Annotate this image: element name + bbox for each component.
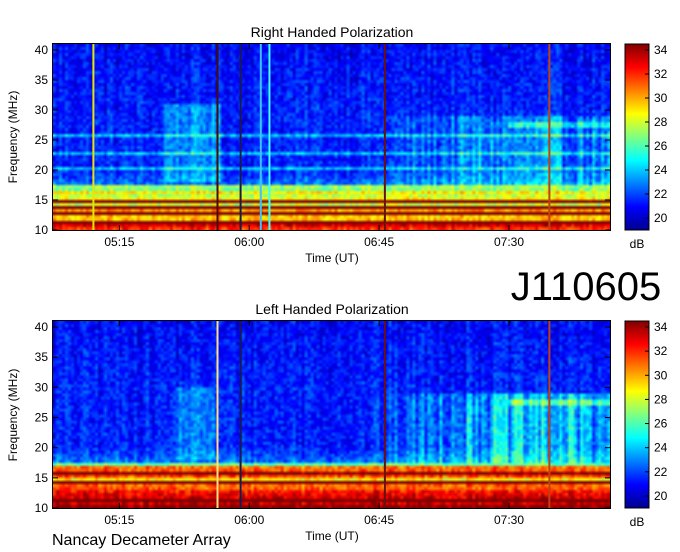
spectrogram-plot [53,321,610,508]
x-tick-label: 05:15 [104,235,134,249]
colorbar-label: dB [630,237,645,251]
colorbar-tick-label: 26 [654,139,668,153]
colorbar-tick-label: 28 [654,392,668,406]
y-tick-label: 30 [35,380,49,394]
y-axis-label: Frequency (MHz) [6,91,20,184]
y-tick-label: 15 [35,193,49,207]
y-tick-label: 15 [35,471,49,485]
colorbar-tick-label: 34 [654,320,668,334]
colorbar-tick-label: 20 [654,489,668,503]
colorbar-tick-label: 32 [654,67,668,81]
colorbar-tick-label: 26 [654,417,668,431]
colorbar-gradient [624,43,650,231]
observation-id: J110605 [511,265,662,309]
y-tick-label: 40 [35,43,49,57]
colorbar-tick-label: 24 [654,441,668,455]
footer-label: Nancay Decameter Array [52,532,231,549]
colorbar-tick-label: 24 [654,163,668,177]
y-tick-label: 25 [35,133,49,147]
colorbar-tick-label: 30 [654,368,668,382]
colorbar: 20 22 24 26 28 30 32 34 [624,43,668,231]
spectrogram-image [53,44,610,230]
left-polarization-panel: Left Handed Polarization 05:15 06:00 06:45… [6,301,668,543]
chart-title: Left Handed Polarization [255,301,408,317]
right-polarization-panel: Right Handed Polarization 05:15 06:00 06:4… [6,24,668,265]
y-tick-label: 10 [35,501,49,515]
y-tick-label: 20 [35,163,49,177]
x-tick-label: 06:45 [364,513,394,527]
colorbar-tick-label: 32 [654,344,668,358]
y-tick-label: 30 [35,103,49,117]
x-tick-label: 06:45 [364,235,394,249]
figure: Right Handed Polarization 05:15 06:00 06:4… [6,24,668,549]
y-tick-label: 35 [35,350,49,364]
colorbar: 20 22 24 26 28 30 32 34 [624,320,668,509]
spectrogram-plot [53,44,610,230]
x-axis-label: Time (UT) [305,251,359,265]
y-tick-label: 20 [35,441,49,455]
colorbar-tick-label: 34 [654,43,668,57]
x-tick-label: 06:00 [234,513,264,527]
colorbar-gradient [624,320,650,509]
x-tick-label: 06:00 [234,235,264,249]
x-tick-label: 05:15 [104,513,134,527]
y-tick-label: 40 [35,320,49,334]
colorbar-tick-label: 20 [654,211,668,225]
y-tick-label: 10 [35,223,49,237]
y-tick-label: 35 [35,73,49,87]
chart-title: Right Handed Polarization [251,24,414,40]
colorbar-tick-label: 30 [654,91,668,105]
y-tick-label: 25 [35,411,49,425]
colorbar-tick-label: 22 [654,187,668,201]
colorbar-label: dB [630,515,645,529]
x-axis-label: Time (UT) [305,529,359,543]
colorbar-tick-label: 28 [654,115,668,129]
y-axis-label: Frequency (MHz) [6,369,20,462]
colorbar-tick-label: 22 [654,465,668,479]
x-tick-label: 07:30 [494,235,524,249]
x-tick-label: 07:30 [494,513,524,527]
spectrogram-image [53,321,610,508]
